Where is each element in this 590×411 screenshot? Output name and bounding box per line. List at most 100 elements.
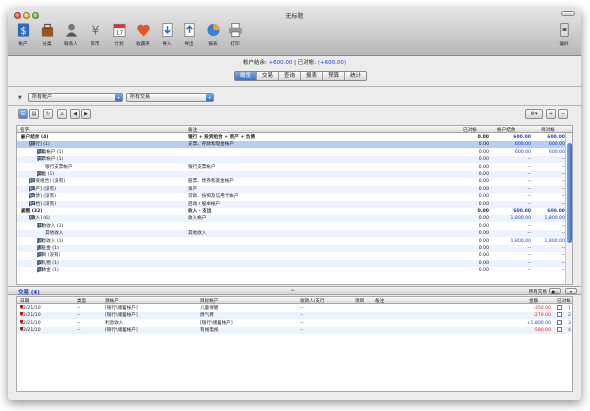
- outline-row[interactable]: ▶ 收礼物 (1)0.00----: [17, 259, 566, 267]
- outline-row[interactable]: ▶ 储蓄帐户 (1)0.00600.00600.00: [17, 148, 566, 156]
- home-icon: ⌂: [60, 111, 64, 117]
- toolbar-currency-button[interactable]: ¥ 货币: [84, 22, 106, 52]
- transactions-toggle-button[interactable]: ●○: [549, 288, 561, 294]
- transaction-row[interactable]: 12/21/10 -- 利息收入 [银行\储蓄帐户] -- +1,800.00 3: [17, 319, 572, 327]
- outline-row-note: 银行支票帐户: [188, 164, 216, 170]
- outline-row-note: 支票、存款和现金帐户: [188, 142, 234, 148]
- account-filter-select[interactable]: 所有帐户 ▾: [28, 93, 123, 102]
- outline-row-reconciled: 0.00: [478, 246, 489, 251]
- tab-overview[interactable]: 概览: [235, 72, 258, 80]
- toolbar-account-button[interactable]: $ 帐户: [12, 22, 34, 52]
- transaction-type: --: [77, 320, 81, 326]
- outline-scroll-thumb[interactable]: [567, 143, 572, 243]
- column-header-pending[interactable]: 待对帐: [541, 127, 555, 133]
- transactions-splitter[interactable]: 交易 (4) ═ 所有交易 ●○ ▾: [8, 286, 581, 296]
- txn-header-type[interactable]: 类型: [77, 298, 86, 304]
- tab-statistics[interactable]: 统计: [345, 72, 366, 80]
- checkbox[interactable]: [557, 305, 562, 310]
- toolbar-favorites-button[interactable]: 收藏夹: [132, 22, 154, 52]
- tab-query[interactable]: 查询: [279, 72, 302, 80]
- balance-summary: 帐户结余: +600.00 | 已对帐: (+600.00): [242, 60, 347, 66]
- transaction-filter-select[interactable]: 所有交易 ▾: [126, 93, 214, 102]
- toolbar-category-button[interactable]: 分类: [36, 22, 58, 52]
- forward-button[interactable]: ▶: [81, 109, 91, 119]
- txn-header-item[interactable]: 项目: [355, 298, 364, 304]
- outline-row-reconciled: 0.00: [478, 223, 489, 229]
- toolbar-print-button[interactable]: 打印: [224, 22, 246, 52]
- txn-header-target[interactable]: 目标帐户: [200, 298, 218, 304]
- outline-scrollbar[interactable]: [565, 133, 572, 284]
- tab-transactions[interactable]: 交易: [257, 72, 280, 80]
- splitter-grip-icon[interactable]: ═: [291, 288, 294, 294]
- toolbar-contact-button[interactable]: 联系人: [60, 22, 82, 52]
- outline-row-pending: --: [561, 253, 565, 259]
- transaction-source: [银行\储蓄帐户]: [105, 313, 138, 319]
- outline-row-reconciled: 0.00: [477, 209, 489, 214]
- refresh-button[interactable]: ↻: [43, 109, 53, 119]
- outline-row[interactable]: ▶ [负债] (没有)贷款、按揭及信用卡帐户0.00----: [17, 193, 566, 200]
- list-icon: ☰: [20, 111, 26, 117]
- outline-row[interactable]: ▼ [收入] (6)收入帐户0.001,800.001,800.00: [17, 215, 566, 223]
- outline-row[interactable]: ▶ 利息收入 (1)0.001,800.001,800.00: [17, 237, 566, 245]
- transaction-row[interactable]: 12/21/10 -- [银行\储蓄帐户] 燃气费 -- -270.00 2: [17, 312, 572, 320]
- transaction-row[interactable]: 12/21/10 -- [银行\储蓄帐户] 儿童保健 -- -350.00 1: [17, 305, 572, 312]
- outline-row[interactable]: ▶ [归档] (没有)启动 / 股本帐户0.00----: [17, 200, 566, 208]
- txn-header-amount[interactable]: 金额: [529, 298, 538, 304]
- outline-row[interactable]: ▶ 现金 (1)0.00----: [17, 171, 566, 178]
- transactions-options-button[interactable]: ▾: [565, 288, 577, 294]
- txn-header-source[interactable]: 源帐户: [105, 298, 119, 304]
- export-icon: [183, 22, 195, 38]
- chevron-down-icon: ▾: [569, 289, 572, 294]
- column-view-button[interactable]: ▤: [29, 109, 39, 119]
- remove-button[interactable]: −: [558, 109, 568, 119]
- outline-row-label: 现金 (1): [37, 172, 55, 177]
- outline-row[interactable]: 其他收入 其他收入 0.00 -- --: [17, 230, 566, 238]
- tab-reports[interactable]: 报表: [301, 72, 324, 80]
- outline-row[interactable]: ▼ 帐户结余 (4) 银行 + 投资组合 + 资产 + 负债 0.00 600.00 6…: [17, 134, 566, 141]
- list-view-button[interactable]: ☰: [18, 109, 28, 119]
- toolbar-schedule-button[interactable]: 17 计划: [108, 22, 130, 52]
- outline-row-balance: --: [527, 186, 531, 192]
- toolbar-export-button[interactable]: 导出: [178, 22, 200, 52]
- toolbar-preferences-button[interactable]: 偏好: [553, 22, 575, 52]
- home-button[interactable]: ⌂: [57, 109, 67, 119]
- outline-row[interactable]: 银行支票帐户 银行支票帐户 0.00 -- --: [17, 164, 566, 171]
- outline-row[interactable]: ▼ [银行] (1)支票、存款和现金帐户0.00600.00600.00: [17, 141, 566, 149]
- column-header-balance[interactable]: 帐户结余: [497, 127, 515, 133]
- column-header-reconciled[interactable]: 已对帐: [463, 127, 477, 133]
- outline-row[interactable]: ▶ 失业金 (1)0.00----: [17, 245, 566, 252]
- checkbox[interactable]: [557, 327, 562, 333]
- account-outline: 名字 备注 已对帐 帐户结余 待对帐 ▼ 帐户结余 (4) 银行 + 投资组合 +…: [16, 125, 573, 285]
- back-button[interactable]: ◀: [70, 109, 80, 119]
- checkbox[interactable]: [557, 319, 562, 325]
- transaction-row[interactable]: 12/21/10 -- [银行\储蓄帐户] 有线电视 -- -580.00 4: [17, 327, 572, 335]
- outline-row[interactable]: ▼ 其他收入 (1)0.00----: [17, 222, 566, 230]
- outline-row-balance: 1,800.00: [510, 238, 531, 244]
- txn-header-note[interactable]: 备注: [375, 298, 384, 304]
- outline-row-pending: 600.00: [548, 149, 565, 155]
- add-button[interactable]: +: [546, 109, 556, 119]
- window-title: 无标题: [285, 13, 304, 20]
- outline-row[interactable]: ▶ [资产] (没有)资产0.00----: [17, 185, 566, 193]
- outline-row-note: 股票、债券和基金帐户: [188, 179, 234, 185]
- tab-budget[interactable]: 预算: [323, 72, 346, 80]
- toolbar-report-button[interactable]: 报表: [202, 22, 224, 52]
- txn-header-payee[interactable]: 收款人/支行: [300, 298, 325, 304]
- toolbar-import-button[interactable]: 导入: [156, 22, 178, 52]
- outline-row[interactable]: ▶ 退休金 (1)0.00----: [17, 267, 566, 274]
- toolbar-toggle-button[interactable]: [561, 11, 575, 16]
- txn-header-date[interactable]: 日期: [20, 298, 29, 304]
- action-menu-button[interactable]: ⚙▾: [525, 109, 543, 119]
- outline-row-pending: 600.00: [547, 135, 565, 140]
- transaction-date-text: 12/21/10: [20, 320, 41, 326]
- txn-header-reconciled[interactable]: 已对帐: [557, 298, 571, 304]
- filter-disclosure-icon[interactable]: ▼: [18, 95, 22, 101]
- column-header-note[interactable]: 备注: [188, 127, 197, 133]
- outline-row[interactable]: ▼ 视图 (32) 收入 - 支出 0.00 600.00 600.00: [17, 208, 566, 215]
- outline-row[interactable]: ▶ [投资组合] (没有)股票、债券和基金帐户0.00----: [17, 178, 566, 185]
- outline-row[interactable]: ▼ 支票帐户 (1)0.00----: [17, 156, 566, 164]
- currency-icon: ¥: [91, 24, 99, 38]
- column-header-name[interactable]: 名字: [20, 127, 29, 133]
- checkbox[interactable]: [557, 312, 562, 318]
- outline-row[interactable]: ▶ 投资 (没有)0.00----: [17, 252, 566, 259]
